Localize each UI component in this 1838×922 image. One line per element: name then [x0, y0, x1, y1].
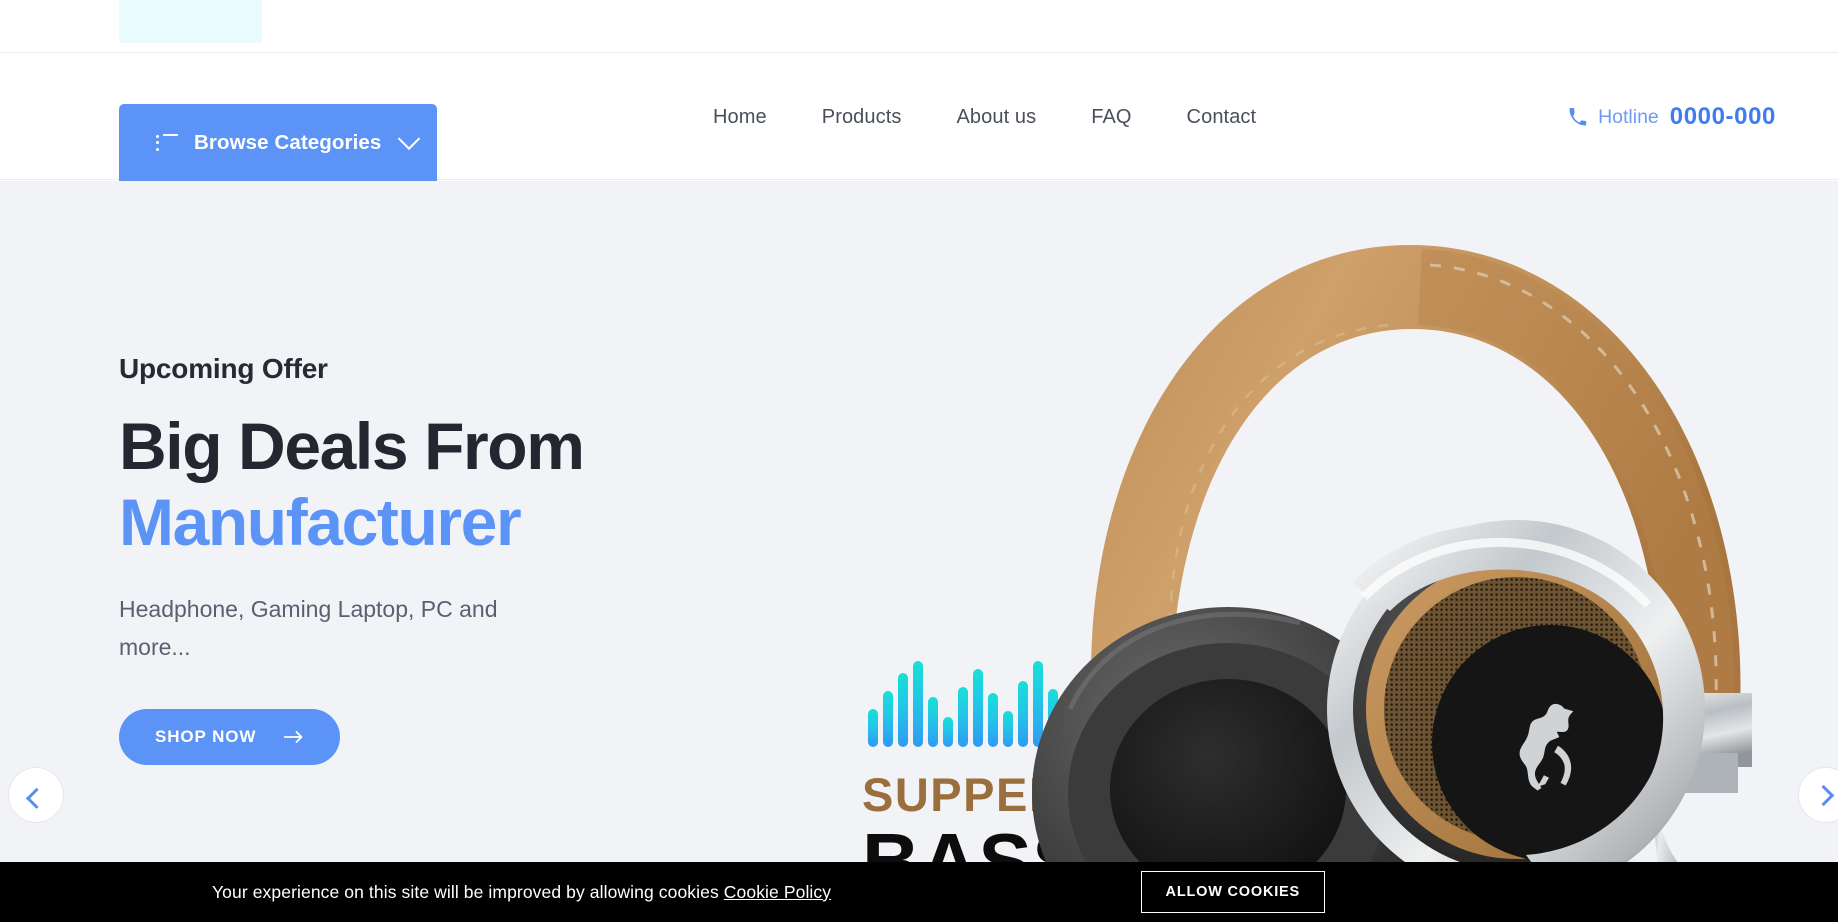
shop-now-label: SHOP NOW [155, 726, 257, 746]
nav-item-faq[interactable]: FAQ [1091, 106, 1131, 129]
equalizer-bar [928, 697, 938, 747]
cookie-policy-link[interactable]: Cookie Policy [724, 882, 831, 902]
equalizer-bar [913, 661, 923, 747]
nav-item-products[interactable]: Products [822, 106, 902, 129]
equalizer-bar [868, 709, 878, 747]
arrow-right-icon [284, 730, 303, 743]
hero-headline: Big Deals From Manufacturer [119, 413, 759, 555]
equalizer-bar [883, 691, 893, 747]
allow-cookies-button[interactable]: ALLOW COOKIES [1140, 871, 1325, 913]
hero-subcopy: Headphone, Gaming Laptop, PC and more... [119, 596, 498, 660]
hotline-label: Hotline [1598, 105, 1659, 128]
headphones-product-image: L [1032, 245, 1752, 862]
chevron-down-icon [398, 126, 421, 150]
site-logo[interactable] [119, 0, 262, 43]
nav-item-about-us[interactable]: About us [956, 106, 1036, 129]
chevron-left-icon [25, 787, 47, 809]
shop-now-button[interactable]: SHOP NOW [119, 708, 341, 765]
page-root: Browse Categories Home Products About us… [0, 0, 1838, 922]
chevron-right-icon [1812, 784, 1834, 806]
hotline-block[interactable]: Hotline 0000-000 [1568, 53, 1776, 181]
browse-categories-button[interactable]: Browse Categories [119, 104, 437, 181]
browse-categories-label: Browse Categories [194, 130, 382, 154]
equalizer-bar [898, 673, 908, 747]
list-icon [156, 133, 178, 152]
hero-headline-line2: Manufacturer [119, 485, 522, 559]
hero-eyebrow: Upcoming Offer [119, 353, 328, 384]
cookie-consent-banner: Your experience on this site will be imp… [0, 862, 1838, 922]
primary-menu: Home Products About us FAQ Contact [713, 53, 1256, 181]
hotline-number: 0000-000 [1669, 103, 1776, 130]
hero-headline-line1: Big Deals From [119, 409, 585, 483]
hero-section: Upcoming Offer Big Deals From Manufactur… [0, 181, 1838, 862]
phone-icon [1569, 107, 1587, 125]
nav-item-home[interactable]: Home [713, 106, 767, 129]
cookie-message-text: Your experience on this site will be imp… [212, 881, 719, 902]
logo-strip [0, 0, 1838, 52]
hero-product-stage: SUPPER BASS ultimate music experience [780, 181, 1838, 862]
cookie-message: Your experience on this site will be imp… [212, 882, 831, 903]
carousel-prev-button[interactable] [8, 767, 64, 823]
equalizer-bar [943, 717, 953, 747]
main-navigation-bar: Browse Categories Home Products About us… [0, 52, 1838, 181]
hero-copy: Upcoming Offer Big Deals From Manufactur… [119, 353, 759, 765]
nav-item-contact[interactable]: Contact [1187, 106, 1257, 129]
